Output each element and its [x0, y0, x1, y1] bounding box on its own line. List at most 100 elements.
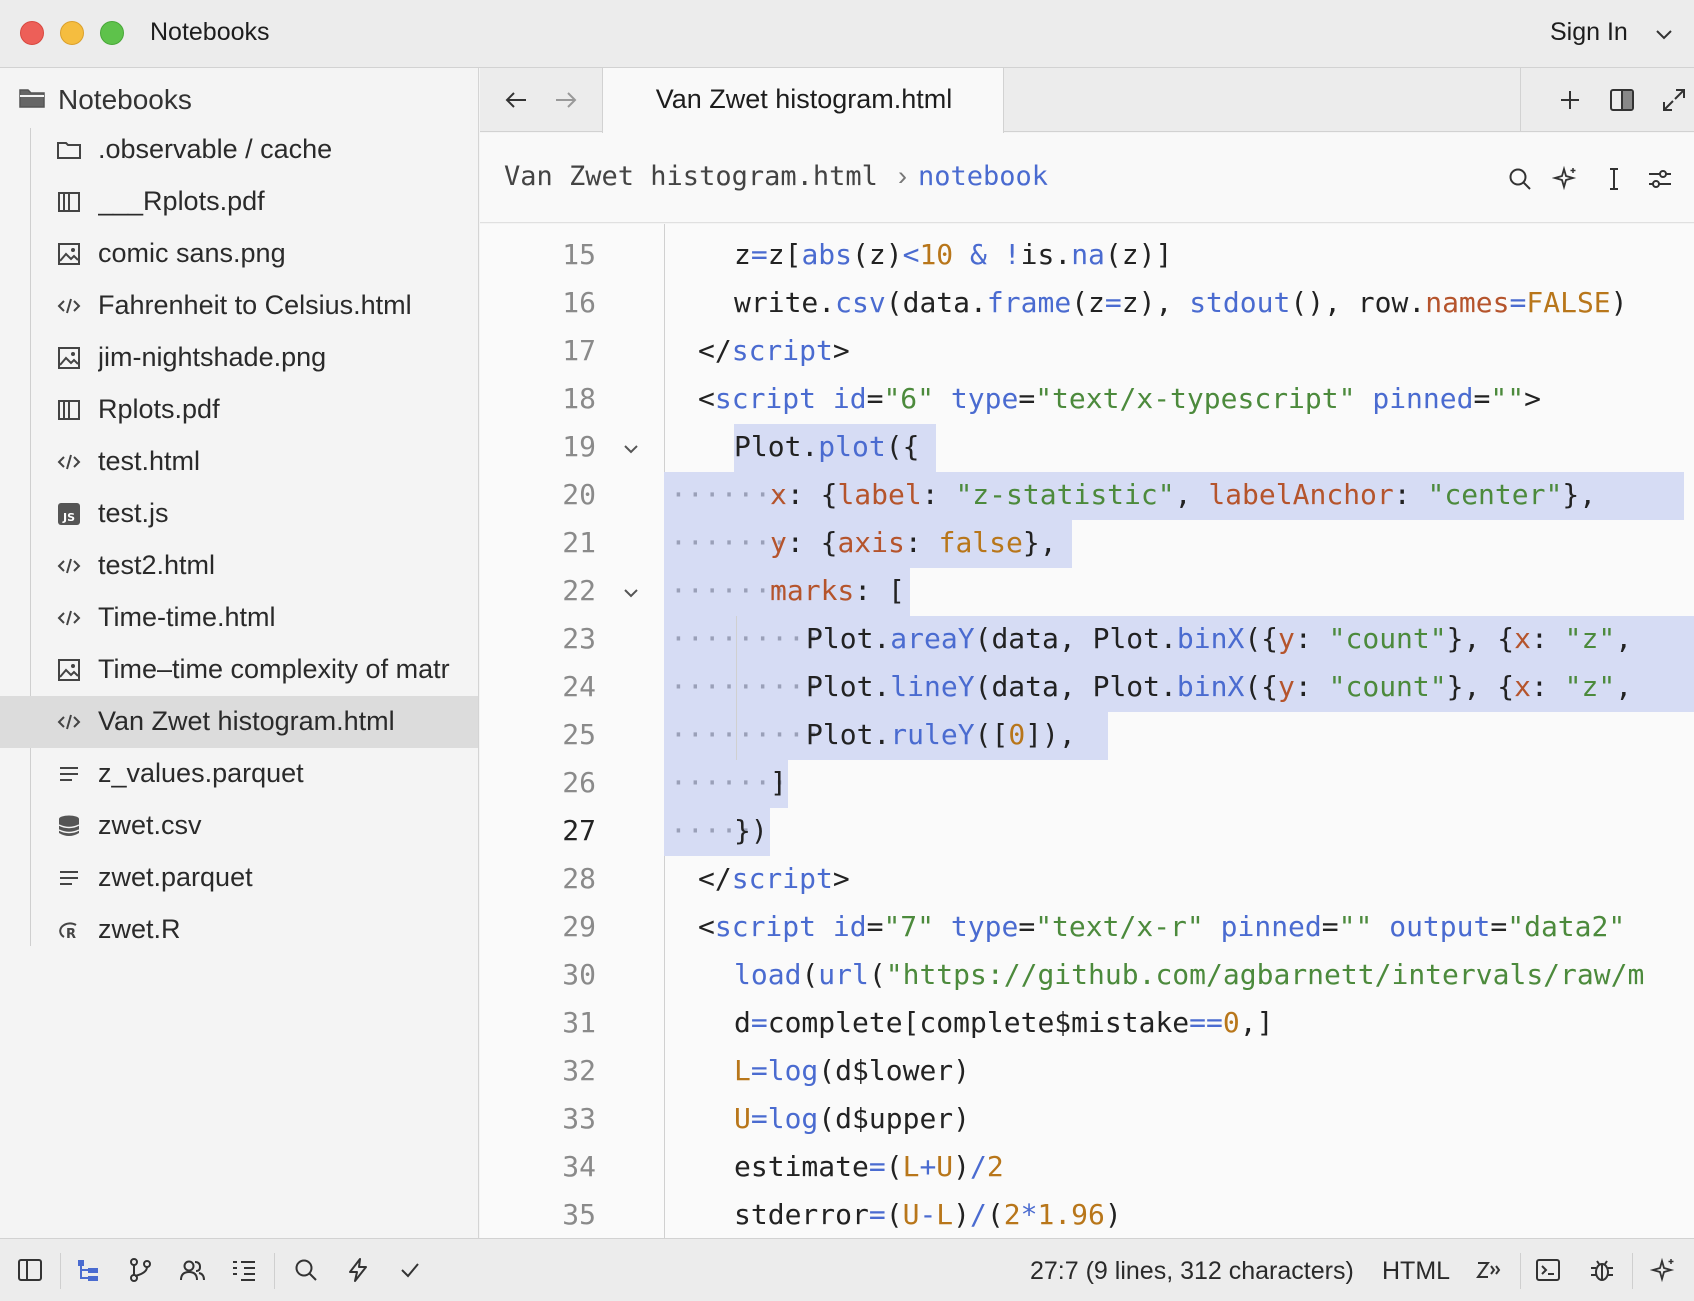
split-view-icon[interactable]: [1608, 86, 1636, 114]
search-icon[interactable]: [292, 1256, 320, 1284]
code-line[interactable]: 22 ······· marks: [: [480, 568, 1694, 616]
checkmark-icon[interactable]: [396, 1256, 424, 1284]
code-line[interactable]: 21 ······· y: {axis: false},: [480, 520, 1694, 568]
cursor-position[interactable]: 27:7 (9 lines, 312 characters): [1030, 1257, 1354, 1286]
code-line[interactable]: 28 </script>: [480, 856, 1694, 904]
file-tree-icon[interactable]: [74, 1256, 102, 1284]
fold-chevron-icon[interactable]: [620, 438, 642, 460]
search-icon[interactable]: [1506, 165, 1534, 193]
zoom-window-button[interactable]: [100, 21, 124, 45]
svg-text:R: R: [66, 927, 76, 942]
bug-icon[interactable]: [1588, 1256, 1616, 1284]
sidebar-item-test-html[interactable]: test.html: [0, 436, 478, 488]
terminal-icon[interactable]: [1534, 1256, 1562, 1284]
line-number: 28: [562, 862, 596, 895]
sidebar-item-time-complexity[interactable]: Time–time complexity of matr: [0, 644, 478, 696]
code-line[interactable]: 23 ········· Plot.areaY(data, Plot.binX(…: [480, 616, 1694, 664]
breadcrumb-separator: ›: [898, 161, 907, 191]
code-text: Plot.plot({: [734, 430, 920, 463]
sidebar-item-fahrenheit-to-celsius[interactable]: Fahrenheit to Celsius.html: [0, 280, 478, 332]
line-number: 26: [562, 766, 596, 799]
status-divider: [60, 1253, 61, 1289]
code-line[interactable]: 25 ········· Plot.ruleY([0]),: [480, 712, 1694, 760]
sidebar-item-zwet-parquet[interactable]: zwet.parquet: [0, 852, 478, 904]
line-number: 30: [562, 958, 596, 991]
text-cursor-icon[interactable]: [1600, 165, 1628, 193]
sliders-icon[interactable]: [1646, 165, 1674, 193]
code-text: Plot.areaY(data, Plot.binX({y: "count"},…: [806, 622, 1633, 655]
code-text: Plot.lineY(data, Plot.binX({y: "count"},…: [806, 670, 1633, 703]
code-text: x: {label: "z-statistic", labelAnchor: "…: [770, 478, 1597, 511]
zed-icon[interactable]: [1474, 1256, 1502, 1284]
r-icon: R: [59, 922, 77, 942]
users-icon[interactable]: [178, 1256, 206, 1284]
sidebar-item-label: test.html: [98, 446, 201, 476]
sidebar-item-test2-html[interactable]: test2.html: [0, 540, 478, 592]
sidebar-item-time-time-html[interactable]: Time-time.html: [0, 592, 478, 644]
sidebar-item-rplots-pdf[interactable]: Rplots.pdf: [0, 384, 478, 436]
code-line[interactable]: 27 ····· }): [480, 808, 1694, 856]
line-number: 16: [562, 286, 596, 319]
code-line[interactable]: 18 <script id="6" type="text/x-typescrip…: [480, 376, 1694, 424]
outline-icon[interactable]: [230, 1256, 258, 1284]
breadcrumb: Van Zwet histogram.html › notebook: [480, 133, 1694, 223]
sidebar-item-test-js[interactable]: JS test.js: [0, 488, 478, 540]
code-line[interactable]: 30 load(url("https://github.com/agbarnet…: [480, 952, 1694, 1000]
fold-chevron-icon[interactable]: [620, 582, 642, 604]
code-line[interactable]: 31 d=complete[complete$mistake==0,]: [480, 1000, 1694, 1048]
sidebar-toggle-icon[interactable]: [16, 1256, 44, 1284]
code-line[interactable]: 19 Plot.plot({: [480, 424, 1694, 472]
code-line[interactable]: 17 </script>: [480, 328, 1694, 376]
sidebar-item-label: zwet.parquet: [98, 862, 253, 892]
code-line[interactable]: 24 ········· Plot.lineY(data, Plot.binX(…: [480, 664, 1694, 712]
tab-bar: Van Zwet histogram.html: [480, 68, 1694, 133]
code-text: estimate=(L+U)/2: [734, 1150, 1004, 1183]
sidebar-item-zwet-csv[interactable]: zwet.csv: [0, 800, 478, 852]
git-branch-icon[interactable]: [126, 1256, 154, 1284]
tab-van-zwet-histogram[interactable]: Van Zwet histogram.html: [602, 68, 1004, 133]
sparkle-icon[interactable]: [1650, 1256, 1678, 1284]
code-text: </script>: [698, 862, 850, 895]
plus-icon[interactable]: [1556, 86, 1584, 114]
sidebar-root-notebooks[interactable]: Notebooks: [0, 76, 478, 120]
code-line[interactable]: 15 z=z[abs(z)<10 & !is.na(z)]: [480, 232, 1694, 280]
code-line[interactable]: 34 estimate=(L+U)/2: [480, 1144, 1694, 1192]
code-line[interactable]: 20 ······· x: {label: "z-statistic", lab…: [480, 472, 1694, 520]
lightning-icon[interactable]: [344, 1256, 372, 1284]
line-number: 32: [562, 1054, 596, 1087]
sidebar-item-observable-cache[interactable]: .observable / cache: [0, 124, 478, 176]
code-line[interactable]: 26 ······· ]: [480, 760, 1694, 808]
code-line[interactable]: 29 <script id="7" type="text/x-r" pinned…: [480, 904, 1694, 952]
breadcrumb-section[interactable]: notebook: [918, 161, 1048, 192]
sidebar-item-van-zwet-histogram[interactable]: Van Zwet histogram.html: [0, 696, 478, 748]
close-window-button[interactable]: [20, 21, 44, 45]
code-text: }): [734, 814, 768, 847]
sidebar-item-comic-sans-png[interactable]: comic sans.png: [0, 228, 478, 280]
line-number: 19: [562, 430, 596, 463]
sidebar-item-z-values-parquet[interactable]: z_values.parquet: [0, 748, 478, 800]
title-bar: Notebooks Sign In: [0, 0, 1694, 68]
expand-icon[interactable]: [1660, 86, 1688, 114]
code-editor[interactable]: 15 z=z[abs(z)<10 & !is.na(z)] 16 write.c…: [480, 224, 1694, 1238]
sidebar-item-rplots-underscore-pdf[interactable]: ___Rplots.pdf: [0, 176, 478, 228]
breadcrumb-file[interactable]: Van Zwet histogram.html: [504, 161, 878, 192]
code-line[interactable]: 33 U=log(d$upper): [480, 1096, 1694, 1144]
sparkle-icon[interactable]: [1552, 165, 1580, 193]
code-line[interactable]: 32 L=log(d$lower): [480, 1048, 1694, 1096]
chevron-down-icon[interactable]: [1652, 22, 1676, 46]
code-line[interactable]: 35 stderror=(U-L)/(2*1.96): [480, 1192, 1694, 1238]
minimize-window-button[interactable]: [60, 21, 84, 45]
language-mode[interactable]: HTML: [1382, 1257, 1450, 1286]
forward-arrow-icon[interactable]: [552, 86, 580, 114]
sidebar-root-label: Notebooks: [58, 84, 192, 115]
sign-in-button[interactable]: Sign In: [1550, 18, 1628, 47]
code-text: ]: [770, 766, 787, 799]
back-arrow-icon[interactable]: [502, 86, 530, 114]
sidebar-item-zwet-r[interactable]: R zwet.R: [0, 904, 478, 956]
lines-icon: [60, 871, 78, 885]
code-text: d=complete[complete$mistake==0,]: [734, 1006, 1274, 1039]
code-line[interactable]: 16 write.csv(data.frame(z=z), stdout(), …: [480, 280, 1694, 328]
book-icon: [58, 192, 80, 212]
code-text: marks: [: [770, 574, 905, 607]
sidebar-item-jim-nightshade-png[interactable]: jim-nightshade.png: [0, 332, 478, 384]
